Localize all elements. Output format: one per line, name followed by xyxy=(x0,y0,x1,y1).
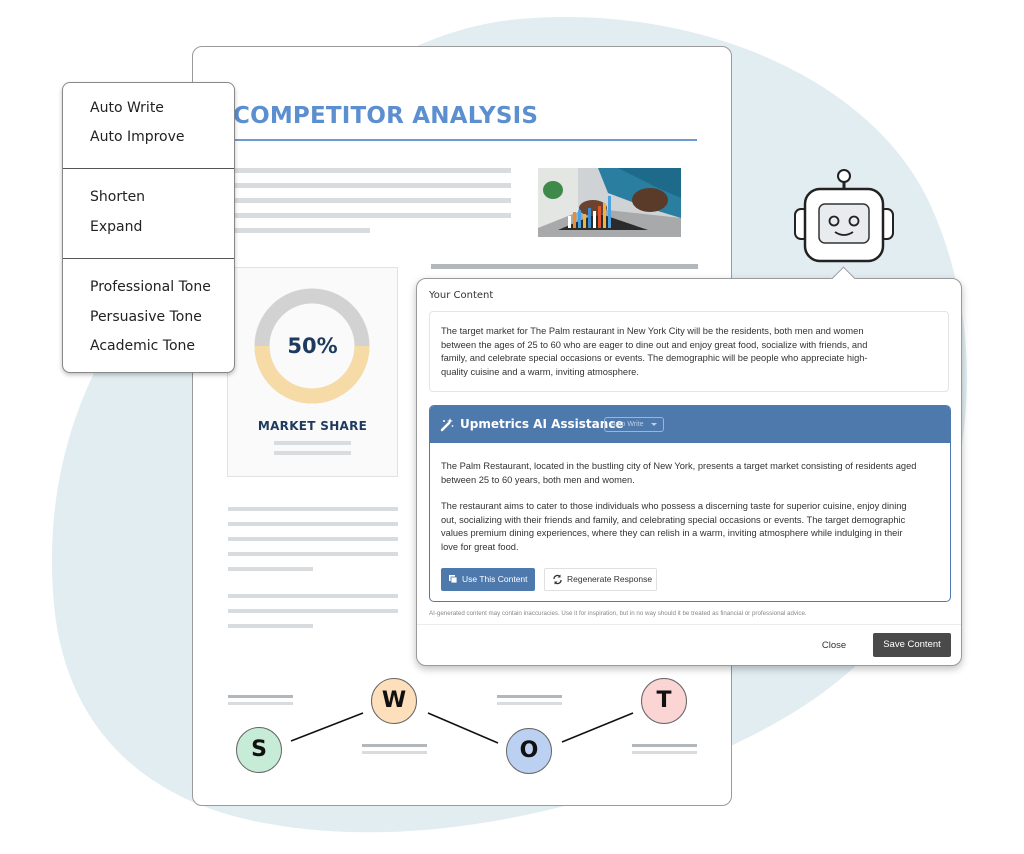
menu-divider xyxy=(63,168,234,169)
menu-item-persuasive-tone[interactable]: Persuasive Tone xyxy=(90,309,202,325)
placeholder-line xyxy=(228,537,398,541)
menu-item-auto-improve[interactable]: Auto Improve xyxy=(90,129,185,145)
placeholder-line xyxy=(228,702,293,705)
menu-item-expand[interactable]: Expand xyxy=(90,219,142,235)
placeholder-line xyxy=(274,441,351,445)
regenerate-response-label: Regenerate Response xyxy=(567,574,653,584)
your-content-box[interactable]: The target market for The Palm restauran… xyxy=(429,311,949,392)
placeholder-line xyxy=(497,695,562,698)
swot-node-t: T xyxy=(641,678,687,724)
placeholder-line xyxy=(228,594,398,598)
menu-item-shorten[interactable]: Shorten xyxy=(90,189,145,205)
placeholder-line xyxy=(431,264,698,269)
placeholder-line xyxy=(228,552,398,556)
placeholder-line xyxy=(362,744,427,747)
placeholder-line xyxy=(632,751,697,754)
use-this-content-button[interactable]: Use This Content xyxy=(441,568,535,591)
placeholder-line xyxy=(362,751,427,754)
market-share-value: 50% xyxy=(287,334,338,358)
menu-item-professional-tone[interactable]: Professional Tone xyxy=(90,279,211,295)
copy-icon xyxy=(449,575,457,583)
swot-node-w: W xyxy=(371,678,417,724)
placeholder-line xyxy=(233,168,511,173)
chevron-down-icon xyxy=(651,423,657,426)
robot-icon xyxy=(794,169,894,263)
menu-item-academic-tone[interactable]: Academic Tone xyxy=(90,338,195,354)
swot-node-o: O xyxy=(506,728,552,774)
ai-mode-select[interactable]: Auto Write xyxy=(604,417,664,432)
placeholder-line xyxy=(228,567,313,571)
placeholder-line xyxy=(228,507,398,511)
ai-response-text: The Palm Restaurant, located in the bust… xyxy=(441,460,921,567)
swot-connector xyxy=(290,712,364,742)
use-this-content-label: Use This Content xyxy=(462,574,528,584)
close-button[interactable]: Close xyxy=(813,635,855,657)
ai-assistance-panel: Upmetrics AI Assistance Auto Write The P… xyxy=(429,405,951,602)
save-content-button[interactable]: Save Content xyxy=(873,633,951,657)
market-share-card: 50% MARKET SHARE xyxy=(227,267,398,477)
your-content-text: The target market for The Palm restauran… xyxy=(441,326,868,378)
placeholder-line xyxy=(233,183,511,188)
placeholder-line xyxy=(228,695,293,698)
placeholder-line xyxy=(228,522,398,526)
analytics-photo xyxy=(538,168,681,237)
market-share-label: MARKET SHARE xyxy=(257,419,368,433)
title-underline xyxy=(231,139,697,141)
placeholder-line xyxy=(228,609,398,613)
menu-divider xyxy=(63,258,234,259)
magic-wand-icon xyxy=(440,418,454,432)
ai-response-paragraph: The restaurant aims to cater to those in… xyxy=(441,501,907,552)
placeholder-line xyxy=(497,702,562,705)
ai-disclaimer: AI-generated content may contain inaccur… xyxy=(429,610,807,617)
ai-mode-selected: Auto Write xyxy=(611,421,644,428)
placeholder-line xyxy=(632,744,697,747)
refresh-icon xyxy=(553,574,562,585)
placeholder-line xyxy=(233,228,370,233)
document-title: COMPETITOR ANALYSIS xyxy=(233,103,539,129)
swot-connector xyxy=(427,712,499,744)
placeholder-line xyxy=(228,624,313,628)
ai-panel-title: Upmetrics AI Assistance xyxy=(460,417,624,431)
ai-response-paragraph: The Palm Restaurant, located in the bust… xyxy=(441,461,917,485)
swot-node-s: S xyxy=(236,727,282,773)
regenerate-response-button[interactable]: Regenerate Response xyxy=(544,568,657,591)
placeholder-line xyxy=(233,213,511,218)
menu-item-auto-write[interactable]: Auto Write xyxy=(90,100,164,116)
your-content-label: Your Content xyxy=(429,290,494,301)
dialog-footer-divider xyxy=(417,624,961,625)
placeholder-line xyxy=(274,451,351,455)
ai-actions-menu: Auto Write Auto Improve Shorten Expand P… xyxy=(62,82,235,373)
ai-content-dialog: Your Content The target market for The P… xyxy=(416,266,962,666)
placeholder-line xyxy=(233,198,511,203)
swot-connector xyxy=(561,712,634,743)
ai-panel-header: Upmetrics AI Assistance Auto Write xyxy=(430,406,950,443)
